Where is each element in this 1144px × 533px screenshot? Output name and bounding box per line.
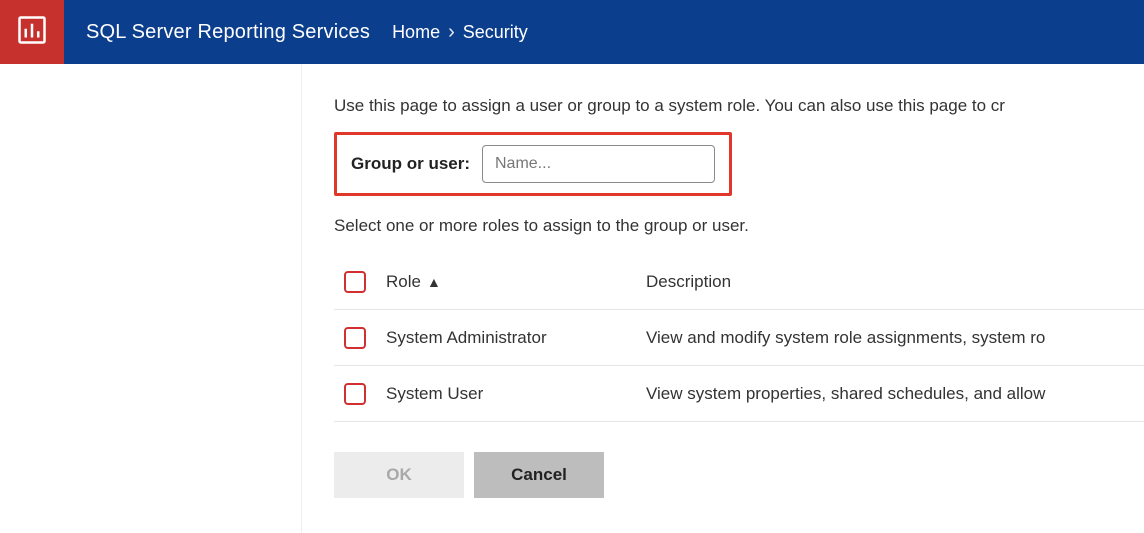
role-checkbox[interactable] [344, 383, 366, 405]
cancel-button[interactable]: Cancel [474, 452, 604, 498]
breadcrumb-home[interactable]: Home [392, 22, 440, 43]
app-logo-tile[interactable] [0, 0, 64, 64]
breadcrumb-current: Security [463, 22, 528, 43]
group-user-highlight: Group or user: [334, 132, 732, 196]
main-content: Use this page to assign a user or group … [302, 64, 1144, 533]
table-row: System User View system properties, shar… [334, 366, 1144, 422]
sort-asc-icon: ▲ [427, 274, 441, 290]
role-name: System User [386, 384, 646, 404]
ok-button[interactable]: OK [334, 452, 464, 498]
role-description: View system properties, shared schedules… [646, 384, 1144, 404]
role-checkbox[interactable] [344, 327, 366, 349]
breadcrumb: Home › Security [392, 21, 528, 44]
description-column-header[interactable]: Description [646, 272, 1144, 292]
table-row: System Administrator View and modify sys… [334, 310, 1144, 366]
app-name[interactable]: SQL Server Reporting Services [86, 21, 370, 44]
chart-logo-icon [17, 15, 47, 49]
chevron-right-icon: › [448, 21, 455, 44]
role-column-label: Role [386, 272, 421, 292]
sidebar-placeholder [0, 64, 302, 533]
select-roles-text: Select one or more roles to assign to th… [334, 216, 1144, 236]
group-user-input[interactable] [482, 145, 715, 183]
roles-table: Role ▲ Description System Administrator … [334, 254, 1144, 422]
roles-header-row: Role ▲ Description [334, 254, 1144, 310]
intro-text: Use this page to assign a user or group … [334, 96, 1144, 116]
role-column-header[interactable]: Role ▲ [386, 272, 646, 292]
select-all-checkbox[interactable] [344, 271, 366, 293]
header-bar: SQL Server Reporting Services Home › Sec… [0, 0, 1144, 64]
role-description: View and modify system role assignments,… [646, 328, 1144, 348]
role-name: System Administrator [386, 328, 646, 348]
group-user-label: Group or user: [351, 154, 470, 174]
action-buttons: OK Cancel [334, 452, 1144, 498]
